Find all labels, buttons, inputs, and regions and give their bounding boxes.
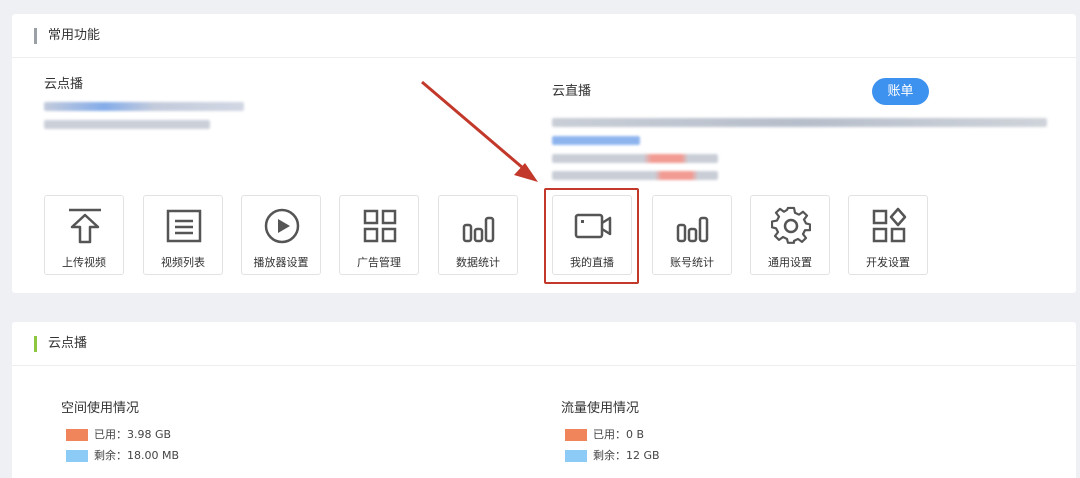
video-list-icon xyxy=(166,209,202,243)
tool-dev-settings[interactable]: 开发设置 xyxy=(848,195,928,275)
tool-label: 上传视频 xyxy=(62,256,106,269)
space-used-legend: 已用：3.98 GB xyxy=(66,428,266,442)
tool-label: 视频列表 xyxy=(161,256,205,269)
player-icon xyxy=(264,208,300,244)
live-info-blurred-3 xyxy=(552,154,718,163)
remaining-swatch xyxy=(66,450,88,462)
account-stats-icon xyxy=(676,216,709,243)
used-swatch xyxy=(565,429,587,441)
used-swatch xyxy=(66,429,88,441)
space-used-text: 已用：3.98 GB xyxy=(94,428,172,441)
tool-ad-management[interactable]: 广告管理 xyxy=(339,195,419,275)
tool-label: 通用设置 xyxy=(768,256,812,269)
dev-settings-icon xyxy=(872,207,907,243)
vod-info-blurred-2 xyxy=(44,120,210,129)
billing-button[interactable]: 账单 xyxy=(872,78,929,105)
pointer-arrow-icon xyxy=(421,80,538,182)
live-info-blurred-1 xyxy=(552,118,1047,127)
traffic-remaining-legend: 剩余：12 GB xyxy=(565,449,765,463)
live-info-blurred-2 xyxy=(552,136,640,145)
upload-icon xyxy=(69,208,101,244)
tool-label: 账号统计 xyxy=(670,256,714,269)
grid-icon xyxy=(363,209,397,243)
vod-header-title: 云点播 xyxy=(48,336,88,351)
space-remaining-legend: 剩余：18.00 MB xyxy=(66,449,266,463)
remaining-swatch xyxy=(565,450,587,462)
gear-icon xyxy=(771,206,811,244)
vod-section-title: 云点播 xyxy=(44,77,84,92)
common-functions-card: 常用功能 云点播 云直播 账单 上传视频 视频列表 播放器设置 广告管理 数据统… xyxy=(12,14,1076,293)
tool-general-settings[interactable]: 通用设置 xyxy=(750,195,830,275)
traffic-remaining-text: 剩余：12 GB xyxy=(593,449,660,462)
space-remaining-text: 剩余：18.00 MB xyxy=(94,449,180,462)
live-section-title: 云直播 xyxy=(552,84,592,99)
tool-label: 广告管理 xyxy=(357,256,401,269)
highlight-box xyxy=(544,188,639,284)
space-usage-title: 空间使用情况 xyxy=(61,401,140,416)
tool-player-settings[interactable]: 播放器设置 xyxy=(241,195,321,275)
vod-info-blurred-1 xyxy=(44,102,244,111)
traffic-used-legend: 已用：0 B xyxy=(565,428,765,442)
tool-label: 数据统计 xyxy=(456,256,500,269)
tool-label: 开发设置 xyxy=(866,256,910,269)
tool-data-statistics[interactable]: 数据统计 xyxy=(438,195,518,275)
live-info-blurred-4 xyxy=(552,171,718,180)
traffic-usage-title: 流量使用情况 xyxy=(561,401,640,416)
tool-label: 播放器设置 xyxy=(253,256,309,269)
traffic-used-text: 已用：0 B xyxy=(593,428,645,441)
header-accent-bar xyxy=(34,336,37,352)
vod-card: 云点播 空间使用情况 已用：3.98 GB 剩余：18.00 MB 流量使用情况… xyxy=(12,322,1076,478)
tool-account-statistics[interactable]: 账号统计 xyxy=(652,195,732,275)
tool-video-list[interactable]: 视频列表 xyxy=(143,195,223,275)
vod-header: 云点播 xyxy=(12,322,1076,366)
common-functions-header: 常用功能 xyxy=(12,14,1076,58)
tool-upload-video[interactable]: 上传视频 xyxy=(44,195,124,275)
common-functions-title: 常用功能 xyxy=(48,28,101,43)
header-accent-bar xyxy=(34,28,37,44)
bar-chart-icon xyxy=(462,216,495,243)
